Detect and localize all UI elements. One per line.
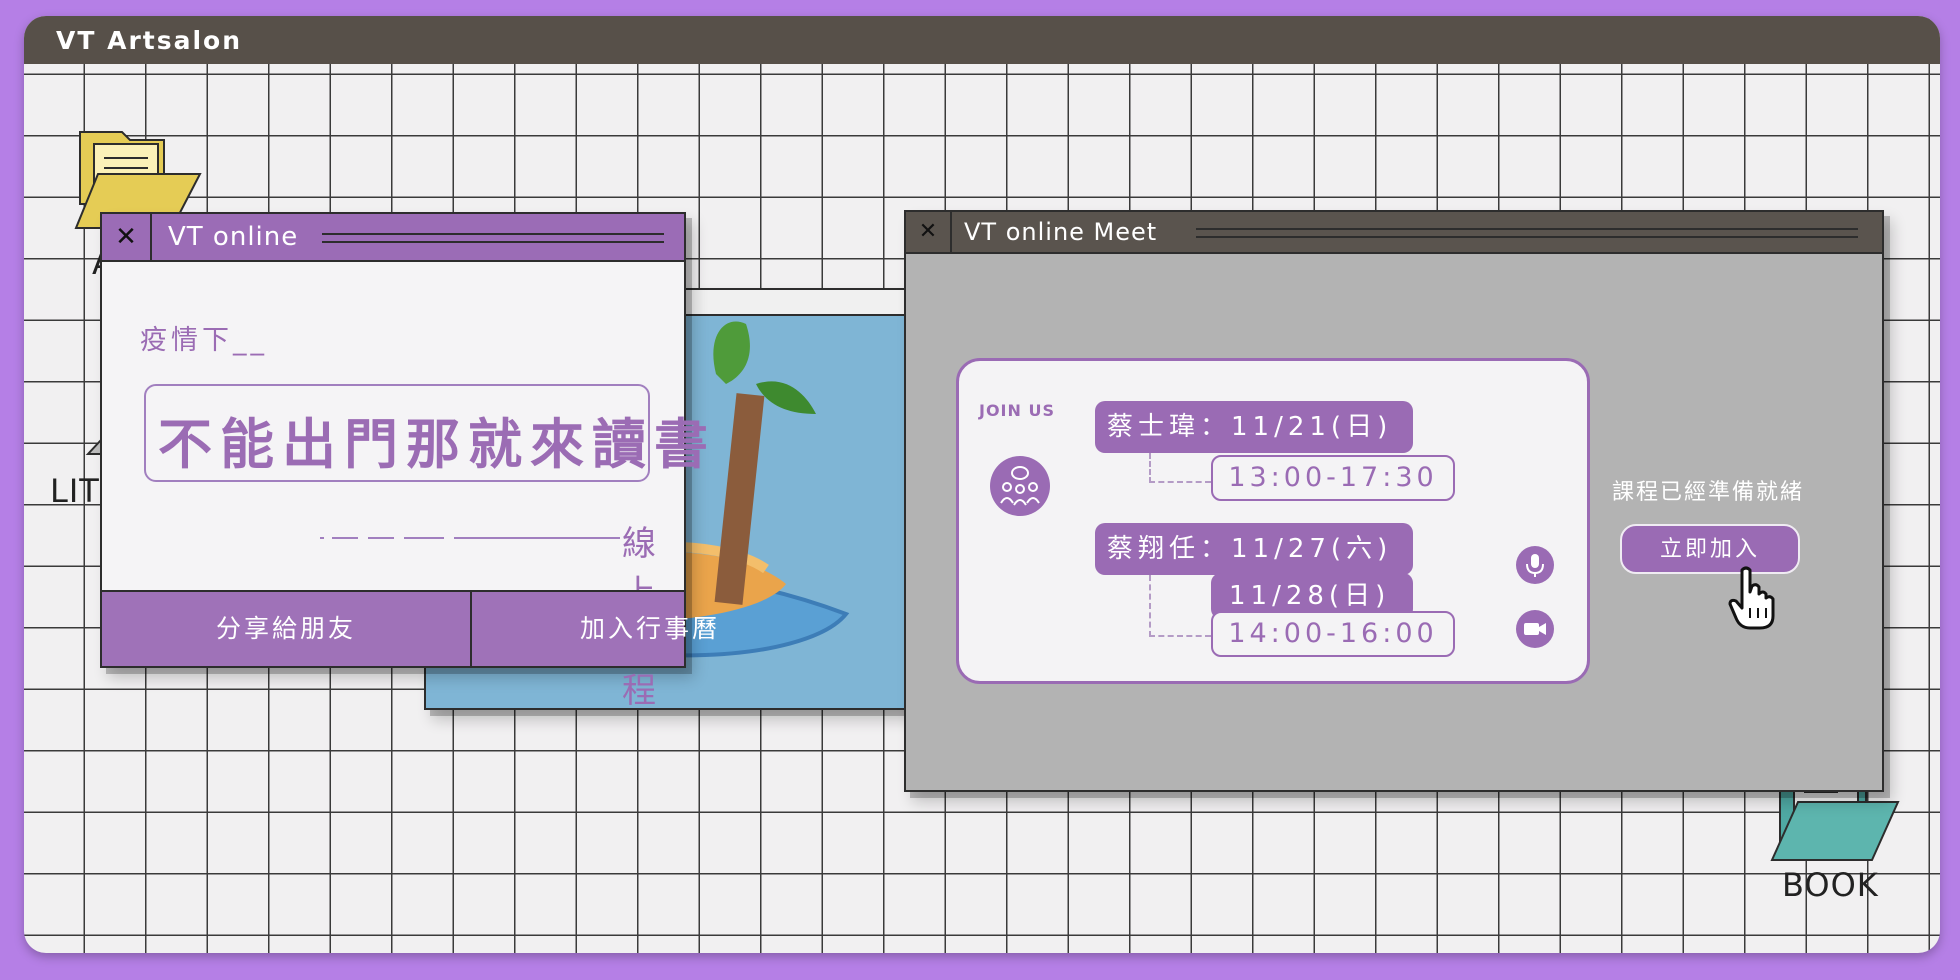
group-chat-icon [990, 456, 1050, 516]
video-camera-icon[interactable] [1515, 609, 1555, 649]
titlebar-stripes [322, 233, 664, 243]
desktop-icon-label-book[interactable]: BOOK [1782, 866, 1879, 904]
close-icon[interactable]: ✕ [102, 214, 152, 260]
hand-pointer-icon [1728, 566, 1775, 630]
titlebar-stripes [1196, 228, 1858, 238]
dashed-divider [320, 537, 620, 539]
session-2-speaker: 蔡翔任：11/27(六) [1095, 523, 1413, 575]
vt-meet-window[interactable]: ✕ VT online Meet JOIN US 蔡士瑋：11/21(日) 13… [904, 210, 1884, 792]
intro-text: 疫情下__ [140, 325, 268, 356]
session-1-speaker: 蔡士瑋：11/21(日) [1095, 401, 1413, 453]
headline-box: 不能出門那就來讀書 [144, 384, 708, 482]
desktop-frame: VT Artsalon AR LITE BOOK [24, 16, 1940, 953]
invitation-card: JOIN US 蔡士瑋：11/21(日) 13:00-17:30 蔡翔任：11/… [956, 358, 1590, 684]
vt-online-titlebar[interactable]: ✕ VT online [102, 214, 684, 262]
online-footer: 分享給朋友 加入行事曆 [102, 590, 717, 666]
vt-meet-title: VT online Meet [964, 218, 1158, 246]
add-to-calendar-button[interactable]: 加入行事曆 [472, 592, 828, 666]
join-us-label: JOIN US [979, 401, 1055, 420]
share-button[interactable]: 分享給朋友 [102, 592, 472, 666]
close-icon[interactable]: ✕ [906, 212, 952, 252]
app-title-bar: VT Artsalon [24, 16, 1940, 64]
vt-meet-titlebar[interactable]: ✕ VT online Meet [906, 212, 1882, 254]
session-1-time: 13:00-17:30 [1211, 455, 1455, 501]
ready-text: 課程已經準備就緒 [1612, 480, 1805, 505]
session-2-time: 14:00-16:00 [1211, 611, 1455, 657]
microphone-icon[interactable] [1515, 545, 1555, 585]
connector-1 [1149, 453, 1211, 483]
headline-text: 不能出門那就來讀書 [158, 413, 716, 476]
connector-2 [1149, 575, 1211, 637]
vt-online-title: VT online [168, 222, 299, 252]
app-title: VT Artsalon [56, 26, 243, 55]
vt-online-window[interactable]: ✕ VT online 疫情下__ 不能出門那就來讀書 線上課程 分享給朋友 加… [100, 212, 717, 711]
